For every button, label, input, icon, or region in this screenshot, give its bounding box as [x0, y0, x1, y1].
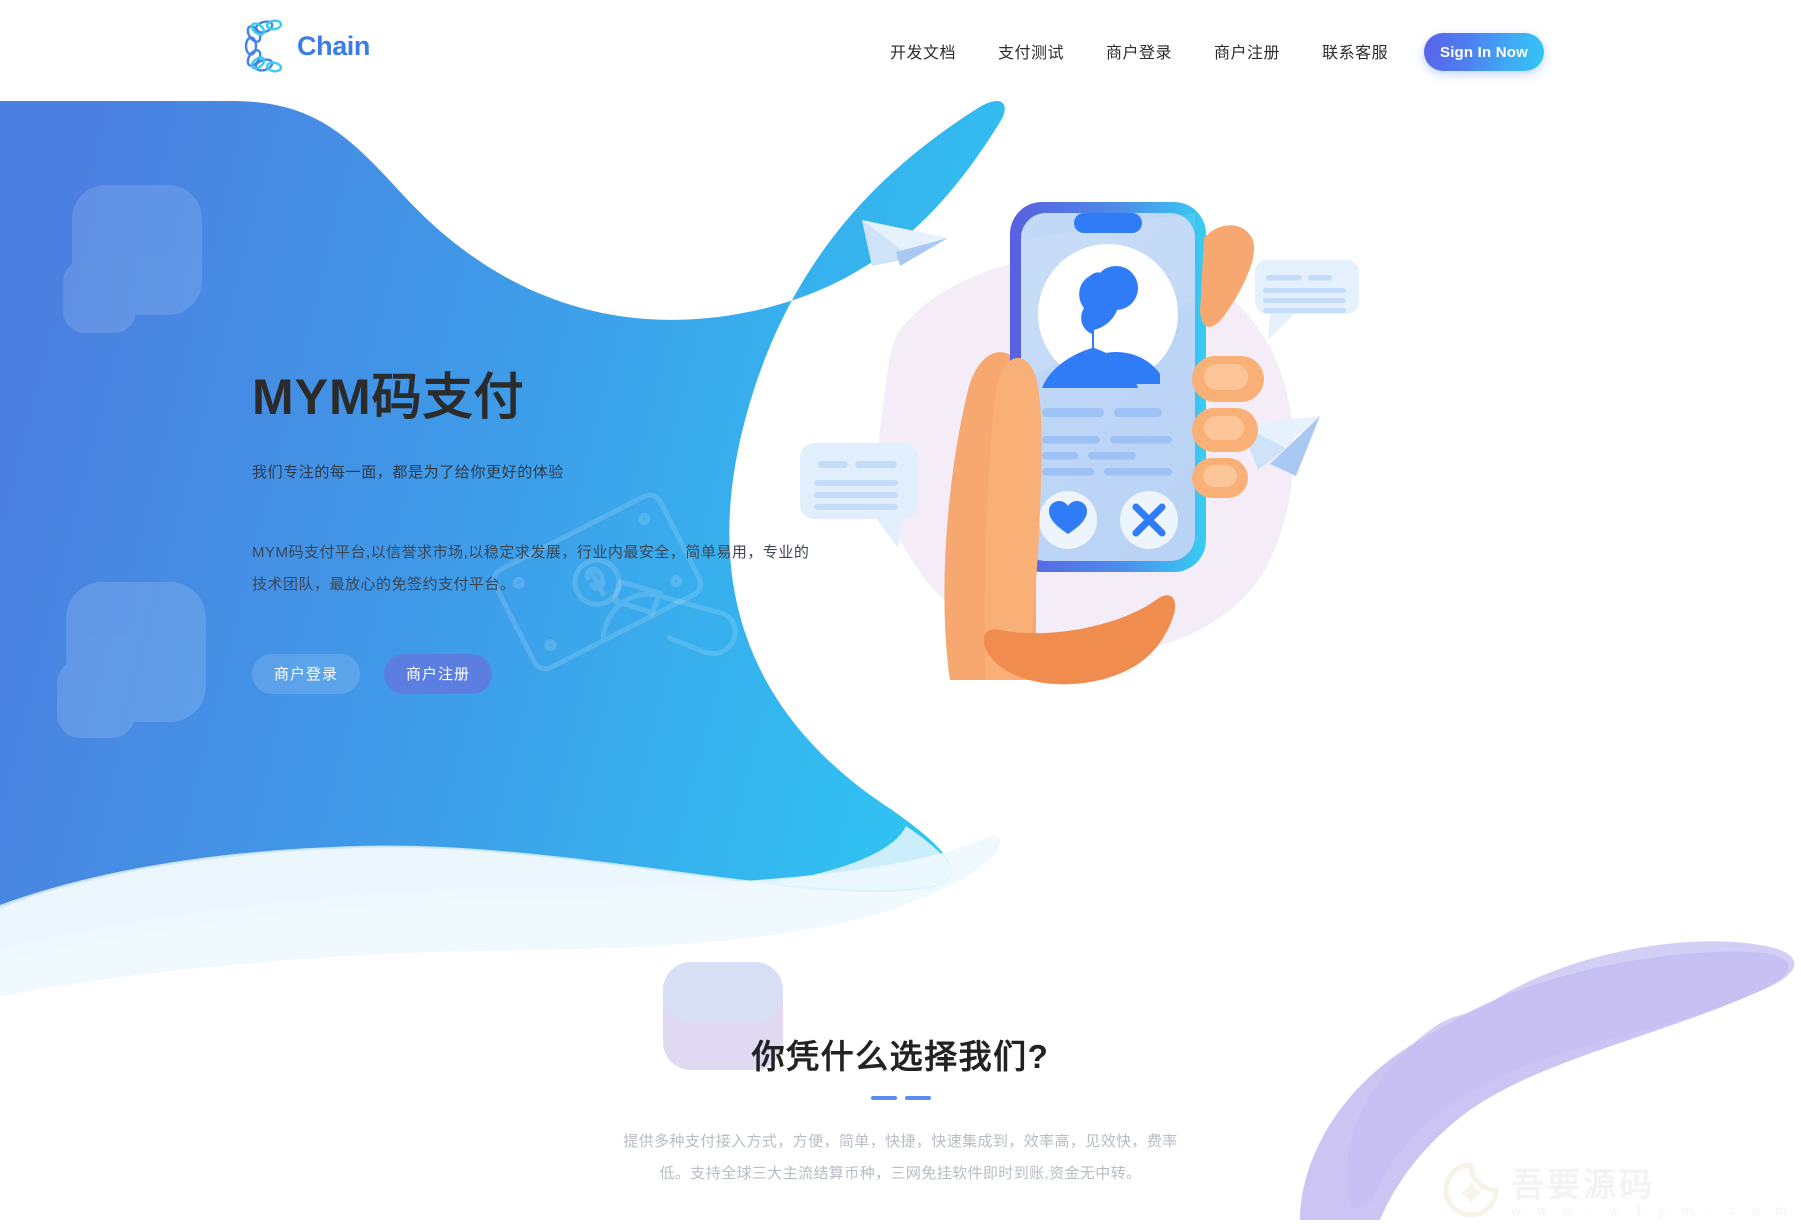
brand-name: Chain [297, 30, 371, 61]
hero-subtitle: 我们专注的每一面，都是为了给你更好的体验 [252, 464, 565, 481]
brand-logo-link[interactable]: Chain [243, 19, 370, 73]
heart-button [1039, 491, 1097, 549]
hero-title: MYM码支付 [252, 369, 525, 425]
features-section: 你凭什么选择我们? 提供多种支付接入方式，方便，简单，快捷，快速集成到，效率高，… [0, 1030, 1801, 1189]
hero-actions: 商户登录 商户注册 [252, 653, 872, 694]
nav-item-merchant-login[interactable]: 商户登录 [1085, 39, 1193, 63]
features-description: 提供多种支付接入方式，方便，简单，快捷，快速集成到，效率高，见效快，费率低。支持… [623, 1133, 1178, 1182]
nav-item-payment-test[interactable]: 支付测试 [977, 39, 1085, 63]
hero-description: MYM码支付平台,以信誉求市场,以稳定求发展，行业内最安全，简单易用，专业的技术… [252, 544, 810, 594]
nav-item-dev-docs[interactable]: 开发文档 [869, 39, 977, 63]
merchant-register-button[interactable]: 商户注册 [384, 653, 493, 694]
nav-item-merchant-register[interactable]: 商户注册 [1193, 39, 1301, 63]
chat-bubble-icon [1255, 260, 1359, 340]
site-header: Chain 开发文档 支付测试 商户登录 商户注册 联系客服 Sign In N… [0, 0, 1801, 101]
close-button [1120, 491, 1178, 549]
section-divider [870, 1096, 931, 1100]
paper-plane-icon [862, 220, 948, 266]
merchant-login-button[interactable]: 商户登录 [252, 653, 361, 694]
nav-item-contact-support[interactable]: 联系客服 [1301, 39, 1409, 63]
chain-link-c-icon [243, 19, 291, 73]
landing-page: Chain 开发文档 支付测试 商户登录 商户注册 联系客服 Sign In N… [0, 0, 1801, 1231]
hand-holding-phone-illustration [800, 180, 1420, 700]
features-title: 你凭什么选择我们? [751, 1038, 1050, 1075]
main-nav: 开发文档 支付测试 商户登录 商户注册 联系客服 [869, 0, 1409, 101]
hero-section: MYM码支付 我们专注的每一面，都是为了给你更好的体验 MYM码支付平台,以信誉… [252, 370, 872, 694]
sign-in-now-button[interactable]: Sign In Now [1424, 33, 1544, 71]
